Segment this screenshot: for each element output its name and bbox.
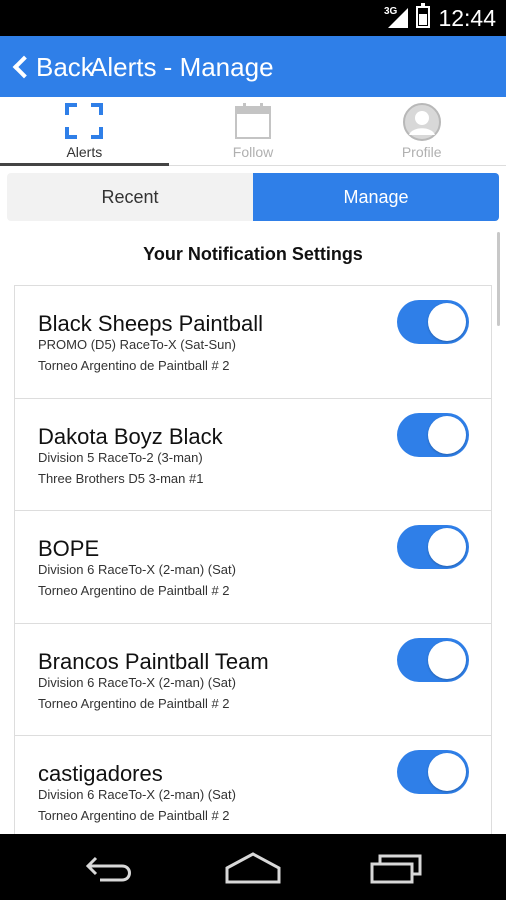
signal-icon: 3G bbox=[384, 6, 410, 30]
team-name: Dakota Boyz Black bbox=[38, 423, 223, 449]
scan-frame-icon bbox=[65, 103, 104, 144]
team-name: Brancos Paintball Team bbox=[38, 648, 269, 674]
segment-recent[interactable]: Recent bbox=[7, 173, 253, 221]
tab-alerts[interactable]: Alerts bbox=[0, 97, 169, 166]
notification-toggle[interactable] bbox=[397, 412, 469, 457]
back-button[interactable]: Back bbox=[10, 50, 94, 84]
network-type: 3G bbox=[384, 6, 398, 17]
toggle-knob bbox=[428, 528, 466, 566]
person-icon bbox=[402, 103, 441, 146]
division-label: Division 6 RaceTo-X (2-man) (Sat) bbox=[38, 562, 236, 577]
notification-toggle[interactable] bbox=[397, 637, 469, 682]
scrollbar[interactable] bbox=[497, 232, 500, 326]
team-name: BOPE bbox=[38, 536, 100, 561]
division-label: Division 6 RaceTo-X (2-man) (Sat) bbox=[38, 674, 236, 690]
list-item: BOPE Division 6 RaceTo-X (2-man) (Sat) T… bbox=[15, 511, 491, 624]
division-label: PROMO (D5) RaceTo-X (Sat-Sun) bbox=[38, 337, 236, 352]
notification-toggle[interactable] bbox=[397, 525, 469, 569]
tab-profile[interactable]: Profile bbox=[337, 97, 506, 165]
team-name: Black Sheeps Paintball bbox=[38, 311, 264, 336]
list-item: Dakota Boyz Black Division 5 RaceTo-2 (3… bbox=[15, 399, 491, 511]
event-label: Torneo Argentino de Paintball # 2 bbox=[38, 695, 230, 711]
event-label: Torneo Argentino de Paintball # 2 bbox=[38, 358, 230, 373]
event-label: Three Brothers D5 3-man #1 bbox=[38, 470, 204, 486]
notification-toggle[interactable] bbox=[397, 750, 469, 794]
screen: 3G 12:44 Back Alerts - Manage Alerts Fol… bbox=[0, 0, 506, 900]
battery-icon bbox=[416, 3, 430, 28]
tab-profile-label: Profile bbox=[401, 144, 442, 160]
home-icon[interactable] bbox=[223, 848, 283, 888]
app-bar: Back Alerts - Manage bbox=[0, 36, 506, 97]
tab-follow-label: Follow bbox=[232, 144, 274, 160]
status-bar: 3G 12:44 bbox=[0, 0, 506, 36]
list-item: castigadores Division 6 RaceTo-X (2-man)… bbox=[15, 736, 491, 835]
toggle-knob bbox=[428, 415, 466, 454]
segmented-control: Recent Manage bbox=[7, 173, 499, 221]
division-label: Division 5 RaceTo-2 (3-man) bbox=[38, 449, 203, 465]
chevron-left-icon bbox=[12, 55, 36, 79]
division-label: Division 6 RaceTo-X (2-man) (Sat) bbox=[38, 787, 236, 802]
top-tabs: Alerts Follow Profile bbox=[0, 97, 506, 166]
status-clock: 12:44 bbox=[438, 5, 496, 31]
toggle-knob bbox=[428, 753, 466, 791]
back-arrow-icon[interactable] bbox=[82, 848, 142, 888]
section-title: Your Notification Settings bbox=[143, 244, 363, 264]
event-label: Torneo Argentino de Paintball # 2 bbox=[38, 583, 230, 598]
segment-manage[interactable]: Manage bbox=[253, 173, 499, 221]
back-label: Back bbox=[36, 51, 94, 82]
tab-alerts-label: Alerts bbox=[66, 144, 103, 160]
system-nav-bar bbox=[0, 834, 506, 900]
recent-apps-icon[interactable] bbox=[366, 848, 426, 888]
event-label: Torneo Argentino de Paintball # 2 bbox=[38, 808, 230, 823]
team-name: castigadores bbox=[38, 761, 163, 786]
calendar-icon bbox=[235, 103, 271, 144]
notification-toggle[interactable] bbox=[397, 300, 469, 344]
toggle-knob bbox=[428, 303, 466, 341]
notification-list: Black Sheeps Paintball PROMO (D5) RaceTo… bbox=[14, 285, 492, 835]
list-item: Brancos Paintball Team Division 6 RaceTo… bbox=[15, 624, 491, 736]
list-item: Black Sheeps Paintball PROMO (D5) RaceTo… bbox=[15, 286, 491, 399]
page-title: Alerts - Manage bbox=[90, 52, 274, 82]
toggle-knob bbox=[428, 640, 466, 679]
tab-follow[interactable]: Follow bbox=[169, 97, 338, 165]
